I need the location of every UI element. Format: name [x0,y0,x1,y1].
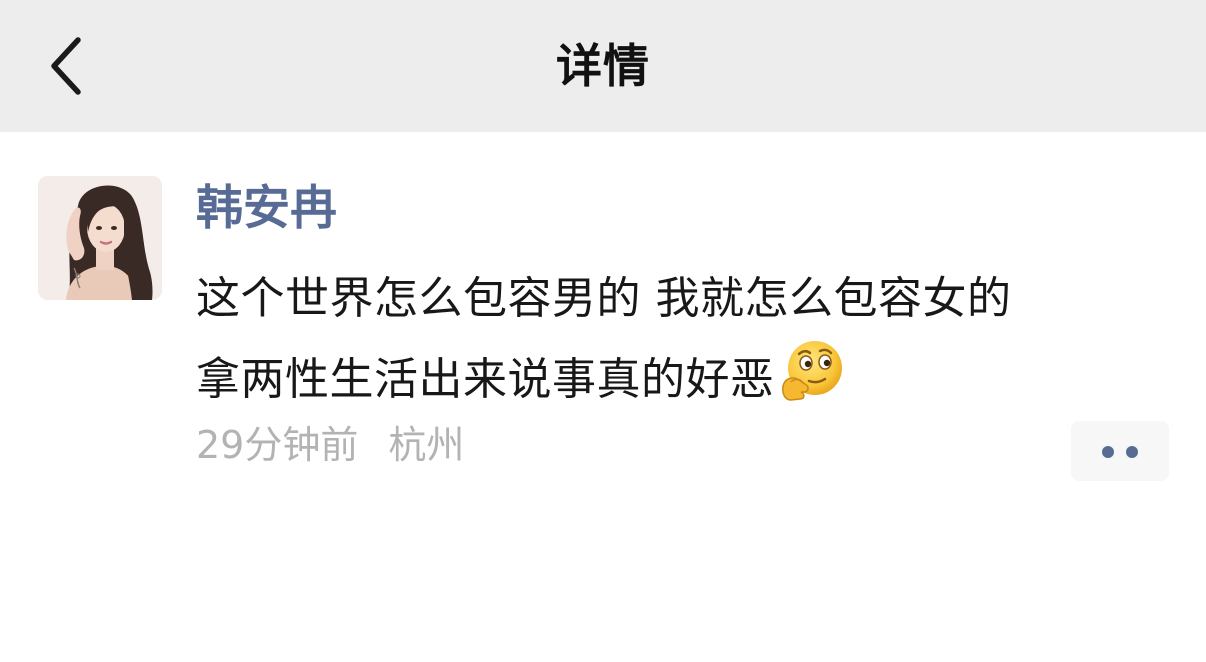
post-content-line-1: 这个世界怎么包容男的 我就怎么包容女的 [196,273,1012,324]
post-content: 这个世界怎么包容男的 我就怎么包容女的 拿两性生活出来说事真的好恶 [196,260,1186,419]
more-dots-icon-dot [1126,446,1138,458]
moment-post: 韩安冉 这个世界怎么包容男的 我就怎么包容女的 拿两性生活出来说事真的好恶 29… [0,132,1206,662]
post-location[interactable]: 杭州 [388,423,464,467]
post-meta: 29分钟前 杭州 [196,422,464,468]
page-title: 详情 [556,39,650,93]
more-actions-button[interactable] [1071,421,1169,481]
avatar[interactable] [38,176,162,300]
thinking-face-emoji-icon [781,341,842,401]
post-content-line-2: 拿两性生活出来说事真的好恶 [196,338,1186,419]
avatar-photo [38,176,162,300]
more-dots-icon [1102,446,1114,458]
post-content-line-2-text: 拿两性生活出来说事真的好恶 [196,354,775,405]
top-navigation-bar: 详情 [0,0,1206,132]
post-time: 29分钟前 [196,423,359,467]
post-author-name[interactable]: 韩安冉 [196,180,337,238]
